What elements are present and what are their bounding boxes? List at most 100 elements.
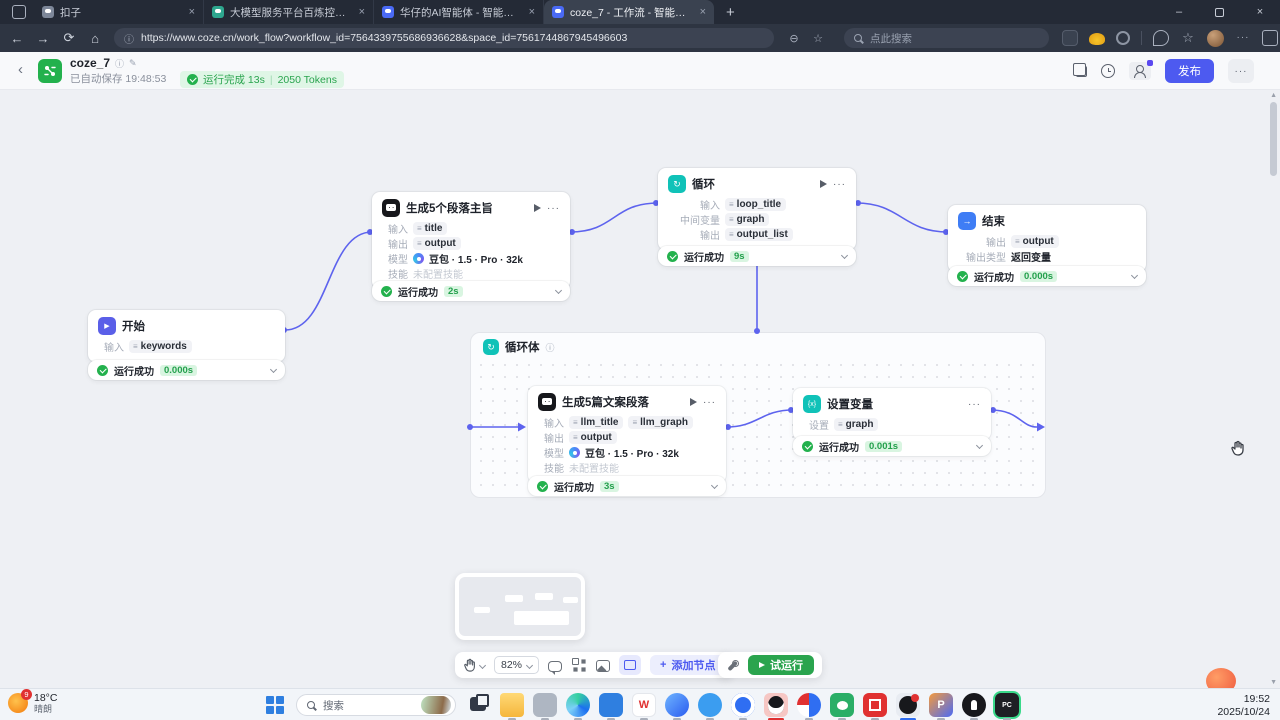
node-loop[interactable]: ↻ 循环 ··· 输入 ≡loop_title 中间变量 ≡graph 输出 ≡… [658,168,856,250]
node-more-icon[interactable]: ··· [703,397,716,408]
node-set-variable[interactable]: {x} 设置变量 ··· 设置 ≡graph [793,388,991,440]
pycharm-icon[interactable]: PC [995,693,1019,717]
back-button[interactable]: ‹ [18,61,23,78]
edit-icon[interactable]: ✎ [129,58,137,69]
weather-widget[interactable]: 9 18°C 晴朗 [8,692,57,714]
chevron-down-icon[interactable] [1131,271,1138,278]
tab-close-icon[interactable]: × [529,6,535,18]
site-info-icon[interactable]: ⓘ [124,31,134,46]
node-start[interactable]: ▶ 开始 输入 ≡keywords [88,310,285,362]
p-app-icon[interactable]: P [929,693,953,717]
nav-reload-icon[interactable]: ⟳ [56,30,82,46]
taskbar-clock[interactable]: 19:52 2025/10/24 [1217,693,1270,719]
extension-icon-paw[interactable] [1089,33,1105,45]
node-end-status[interactable]: 运行成功 0.000s [948,266,1146,286]
node-gen-paragraphs[interactable]: 生成5篇文案段落 ··· 输入 ≡llm_title ≡llm_graph 输出… [528,386,726,483]
nav-home-icon[interactable]: ⌂ [82,31,108,46]
node-loop-status[interactable]: 运行成功 9s [658,246,856,266]
collaborators-icon[interactable] [1129,62,1151,80]
scrollbar-thumb[interactable] [1270,102,1277,176]
keyhole-app-icon[interactable] [962,693,986,717]
file-explorer-icon[interactable] [500,693,524,717]
new-tab-button[interactable]: + [714,4,747,21]
taskbar-search-box[interactable]: 搜索 [296,694,456,716]
run-node-icon[interactable] [690,398,697,406]
node-set-variable-status[interactable]: 运行成功 0.001s [793,436,991,456]
tab-kouzi[interactable]: 扣子 × [34,0,204,24]
node-gen-outline-status[interactable]: 运行成功 2s [372,281,570,301]
chevron-down-icon[interactable] [555,286,562,293]
wechat-icon[interactable] [830,693,854,717]
start-button[interactable] [266,696,284,714]
add-node-button[interactable]: + 添加节点 [650,655,725,675]
debug-tools-icon[interactable] [726,659,739,672]
zoom-page-icon[interactable]: ⊖ [782,32,806,45]
run-node-icon[interactable] [534,204,541,212]
test-run-button[interactable]: 试运行 [748,655,814,675]
vertical-scrollbar[interactable]: ▲ ▼ [1268,90,1278,688]
wps-icon[interactable]: W [632,693,656,717]
frame-tool-button[interactable] [619,655,641,675]
tab-close-icon[interactable]: × [189,6,195,18]
browser-more-icon[interactable]: ··· [1235,30,1251,46]
node-more-icon[interactable]: ··· [547,203,560,214]
obs-icon[interactable] [896,693,920,717]
nav-back-icon[interactable]: ← [4,31,30,46]
zoom-level-select[interactable]: 82% [494,656,539,674]
tab-close-icon[interactable]: × [359,6,365,18]
node-more-icon[interactable]: ··· [968,399,981,410]
scroll-down-icon[interactable]: ▼ [1270,679,1277,686]
tab-close-icon[interactable]: × [700,6,706,18]
task-view-button[interactable] [470,697,486,711]
canvas-minimap[interactable] [455,573,585,640]
duplicate-icon[interactable] [1076,66,1087,77]
header-more-button[interactable]: ··· [1228,59,1254,83]
scroll-up-icon[interactable]: ▲ [1270,92,1277,99]
browser-avatar[interactable] [1207,30,1224,47]
sidebar-toggle-icon[interactable] [1262,30,1278,46]
microsoft-store-icon[interactable] [599,693,623,717]
extension-icon-note[interactable] [1153,30,1169,46]
baidu-netdisk-icon[interactable] [797,693,821,717]
node-more-icon[interactable]: ··· [833,179,846,190]
chevron-down-icon[interactable] [270,365,277,372]
quark-icon[interactable] [665,693,689,717]
chevron-down-icon[interactable] [976,441,983,448]
chevron-down-icon[interactable] [841,251,848,258]
history-icon[interactable] [1101,64,1115,78]
auto-layout-icon[interactable] [571,657,587,673]
run-node-icon[interactable] [820,180,827,188]
blue-ring-app-icon[interactable] [731,693,755,717]
comment-tool-icon[interactable] [548,661,562,672]
run-result-badge[interactable]: 运行完成 13s | 2050 Tokens [180,71,344,88]
node-end[interactable]: → 结束 输出 ≡output 输出类型 返回变量 [948,205,1146,272]
node-start-status[interactable]: 运行成功 0.000s [88,360,285,380]
publish-button[interactable]: 发布 [1165,59,1214,83]
chevron-down-icon[interactable] [711,481,718,488]
favorites-list-icon[interactable]: ☆ [1180,30,1196,46]
qq-icon[interactable] [764,693,788,717]
address-bar[interactable]: ⓘ https://www.coze.cn/work_flow?workflow… [114,28,774,48]
edge-browser-icon[interactable] [566,693,590,717]
window-minimize-button[interactable]: – [1159,6,1199,18]
tab-agent[interactable]: 华仔的AI智能体 - 智能体 - 扣子 × [374,0,544,24]
thunder-icon[interactable] [698,693,722,717]
tab-bailian[interactable]: 大模型服务平台百炼控制台 × [204,0,374,24]
node-gen-outline[interactable]: 生成5个段落主旨 ··· 输入 ≡title 输出 ≡output 模型 豆包 … [372,192,570,289]
quick-search-box[interactable]: 点此搜索 [844,28,1049,48]
info-icon[interactable]: ⓘ [115,57,124,70]
bookmark-star-icon[interactable]: ☆ [806,32,830,45]
node-gen-paragraphs-status[interactable]: 运行成功 3s [528,476,726,496]
extension-icon-ring[interactable] [1116,31,1130,45]
remote-device-icon[interactable] [533,693,557,717]
extension-icon-dark[interactable] [1062,30,1078,46]
window-restore-button[interactable] [1215,8,1224,17]
workflow-canvas[interactable]: ↻ 循环体 ⓘ [0,90,1280,688]
window-close-button[interactable]: × [1240,6,1280,18]
browser-profile-icon[interactable] [12,5,26,19]
pan-tool-button[interactable] [463,658,485,672]
red-app-icon[interactable] [863,693,887,717]
nav-forward-icon[interactable]: → [30,31,56,46]
tab-workflow-active[interactable]: coze_7 - 工作流 - 智能体平台 × [544,0,714,24]
export-image-icon[interactable] [596,660,610,672]
